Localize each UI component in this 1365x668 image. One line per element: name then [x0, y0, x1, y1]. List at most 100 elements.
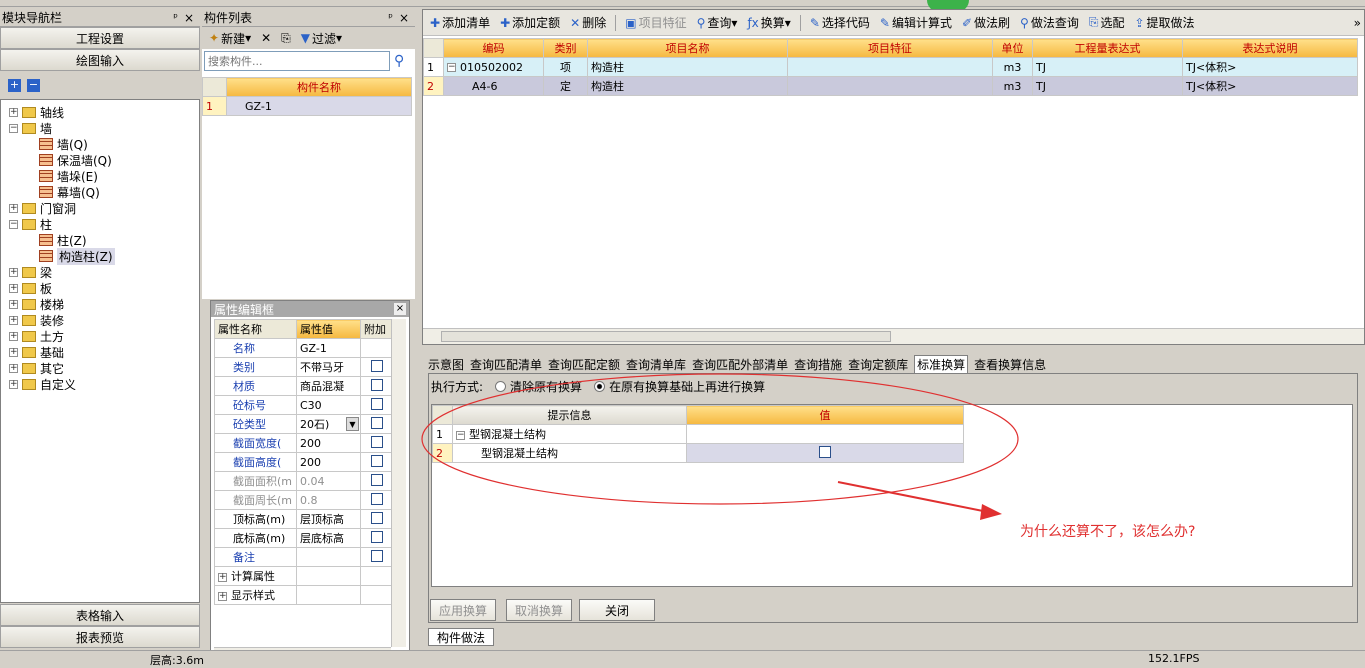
checkbox[interactable] — [371, 511, 383, 524]
toolbar-button-5[interactable]: ƒx 换算 ▾ — [743, 13, 794, 33]
property-value-cell[interactable]: 层底标高 — [296, 528, 361, 548]
tree-node[interactable]: − 柱 — [9, 216, 199, 232]
tree-node[interactable]: + 楼梯 — [9, 296, 199, 312]
property-row[interactable]: 截面高度(200 — [214, 452, 394, 472]
report-preview-button[interactable]: 报表预览 — [0, 626, 200, 648]
collapse-icon[interactable]: − — [9, 219, 18, 229]
toolbar-button-2[interactable]: ✕ 删除 — [566, 13, 610, 33]
property-row[interactable]: 名称 GZ-1 — [214, 338, 394, 358]
component-name-cell[interactable]: GZ-1 — [226, 96, 412, 116]
drawing-input-button[interactable]: 绘图输入 — [0, 49, 200, 71]
tree-node[interactable]: 保温墙(Q) — [9, 152, 199, 168]
expand-icon[interactable]: + — [9, 315, 18, 325]
tree-node[interactable]: 柱(Z) — [9, 232, 199, 248]
table-input-button[interactable]: 表格输入 — [0, 604, 200, 626]
checkbox[interactable] — [371, 378, 383, 391]
tree-node[interactable]: + 轴线 — [9, 104, 199, 120]
search-icon[interactable]: ⚲ — [394, 53, 404, 69]
tree-node[interactable]: 墙垛(E) — [9, 168, 199, 184]
property-value-cell[interactable]: 20石) ▼ — [296, 414, 361, 434]
collapse-icon[interactable]: − — [447, 63, 456, 72]
tree-node[interactable]: + 装修 — [9, 312, 199, 328]
property-row[interactable]: 顶标高(m) 层顶标高 — [214, 509, 394, 529]
close-button[interactable]: 关闭 — [579, 599, 655, 621]
property-row[interactable]: 底标高(m) 层底标高 — [214, 528, 394, 548]
toolbar-button-3[interactable]: ▣ 项目特征 — [621, 13, 690, 33]
expand-icon[interactable]: + — [9, 107, 18, 117]
expand-all-icon[interactable]: + — [8, 78, 21, 92]
bill-cell[interactable] — [787, 76, 993, 96]
close-icon[interactable]: × — [399, 11, 409, 25]
expand-icon[interactable]: + — [9, 363, 18, 373]
checkbox[interactable] — [371, 492, 383, 505]
toolbar-button-10[interactable]: ⎘ 选配 — [1085, 13, 1129, 33]
checkbox[interactable] — [371, 359, 383, 372]
tab-component-method[interactable]: 构件做法 — [428, 628, 494, 646]
toolbar-button-11[interactable]: ⇪ 提取做法 — [1130, 13, 1198, 33]
more-icon[interactable]: » — [1354, 16, 1361, 30]
toolbar-button-4[interactable]: ⚲ 查询 ▾ — [693, 13, 742, 33]
tree-node[interactable]: 墙(Q) — [9, 136, 199, 152]
bill-cell[interactable]: m3 — [992, 76, 1033, 96]
bill-cell[interactable]: −010502002 — [443, 57, 544, 77]
property-value-cell[interactable]: 不带马牙 — [296, 357, 361, 377]
checkbox[interactable] — [371, 549, 383, 562]
expand-icon[interactable]: + — [9, 379, 18, 389]
property-value-cell[interactable]: 0.8 — [296, 490, 361, 510]
property-value-cell[interactable] — [296, 585, 361, 605]
checkbox[interactable] — [371, 473, 383, 486]
table-row[interactable]: 1−010502002 项 构造柱 m3 TJ TJ<体积> — [423, 57, 1358, 77]
expand-icon[interactable]: + — [9, 203, 18, 213]
filter-button[interactable]: ▼ 过滤 ▾ — [297, 28, 346, 48]
checkbox[interactable] — [371, 397, 383, 410]
property-row[interactable]: + 计算属性 — [214, 566, 394, 586]
checkbox[interactable] — [371, 454, 383, 467]
close-icon[interactable]: × — [184, 11, 194, 25]
collapse-icon[interactable]: − — [9, 123, 18, 133]
tree-node[interactable]: + 梁 — [9, 264, 199, 280]
expand-icon[interactable]: + — [218, 591, 227, 601]
table-row[interactable]: 1 GZ-1 — [202, 96, 412, 116]
bill-cell[interactable]: TJ<体积> — [1182, 57, 1358, 77]
property-value-cell[interactable]: C30 — [296, 395, 361, 415]
tree-node[interactable]: + 土方 — [9, 328, 199, 344]
close-icon[interactable]: × — [394, 303, 406, 315]
checkbox[interactable] — [371, 435, 383, 448]
tree-node[interactable]: + 其它 — [9, 360, 199, 376]
expand-icon[interactable]: + — [9, 267, 18, 277]
bill-cell[interactable] — [787, 57, 993, 77]
expand-icon[interactable]: + — [9, 347, 18, 357]
property-row[interactable]: 截面宽度(200 — [214, 433, 394, 453]
checkbox[interactable] — [371, 416, 383, 429]
bill-cell[interactable]: m3 — [992, 57, 1033, 77]
toolbar-button-6[interactable]: ✎ 选择代码 — [806, 13, 874, 33]
tree-node[interactable]: 构造柱(Z) — [9, 247, 199, 265]
table-row[interactable]: 2 A4-6 定 构造柱 m3 TJ TJ<体积> — [423, 76, 1358, 96]
tree-node[interactable]: + 基础 — [9, 344, 199, 360]
expand-icon[interactable]: + — [9, 331, 18, 341]
property-row[interactable]: 砼标号 C30 — [214, 395, 394, 415]
apply-conversion-button[interactable]: 应用换算 — [430, 599, 496, 621]
search-input[interactable] — [204, 51, 390, 71]
bill-cell[interactable]: TJ — [1032, 76, 1183, 96]
property-value-cell[interactable]: GZ-1 — [296, 338, 361, 358]
property-value-cell[interactable]: 200 — [296, 452, 361, 472]
bill-cell[interactable]: 项 — [543, 57, 588, 77]
pin-icon[interactable]: ᵖ — [388, 11, 393, 24]
main-hscrollbar[interactable] — [423, 328, 1364, 344]
expand-icon[interactable]: + — [218, 572, 227, 582]
pin-icon[interactable]: ᵖ — [173, 11, 178, 24]
tree-node[interactable]: + 门窗洞 — [9, 200, 199, 216]
property-value-cell[interactable] — [296, 566, 361, 586]
checkbox[interactable] — [371, 530, 383, 543]
property-row[interactable]: + 显示样式 — [214, 585, 394, 605]
property-row[interactable]: 截面周长(m 0.8 — [214, 490, 394, 510]
tree-node[interactable]: − 墙 — [9, 120, 199, 136]
property-row[interactable]: 截面面积(m 0.04 — [214, 471, 394, 491]
toolbar-button-0[interactable]: ✚ 添加清单 — [426, 13, 494, 33]
property-scrollbar[interactable] — [391, 319, 406, 647]
expand-icon[interactable]: + — [9, 283, 18, 293]
property-row[interactable]: 备注 — [214, 547, 394, 567]
property-value-cell[interactable]: 200 — [296, 433, 361, 453]
property-value-cell[interactable]: 商品混凝 — [296, 376, 361, 396]
